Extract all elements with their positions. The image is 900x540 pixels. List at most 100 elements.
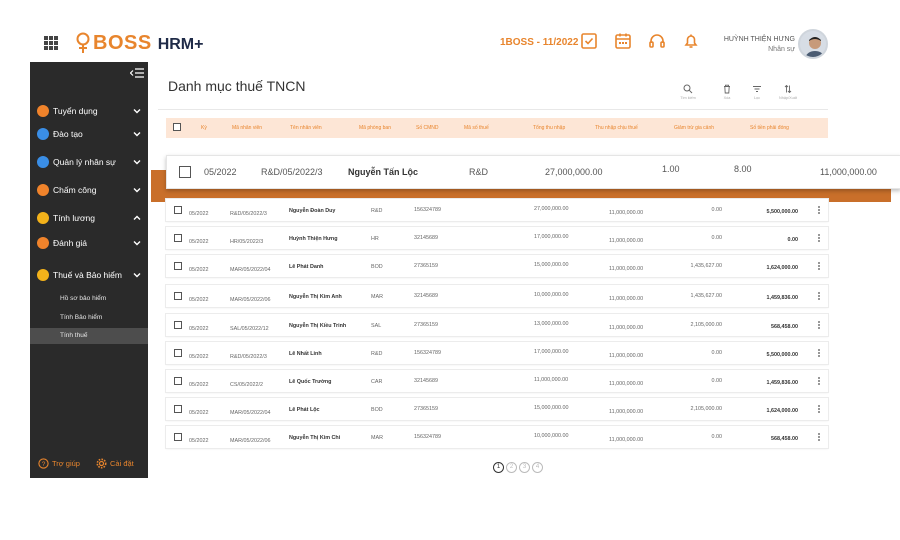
chevron-down-icon [133,188,141,193]
more-vertical-icon[interactable] [818,349,820,357]
page-button[interactable]: 2 [506,462,517,473]
table-row[interactable]: 05/2022 SAL/05/2022/12 Nguyễn Thị Kiều Tri… [166,314,828,336]
help-link[interactable]: ? Trợ giúp [38,456,80,470]
table-row[interactable]: 05/2022 MAR/05/2022/04 Lê Phát Lộc BOD 27365… [166,398,828,420]
search-button[interactable]: Tìm kiếm [677,84,699,100]
cell-tax-paid: 1,459,836.00 [766,380,798,386]
current-period[interactable]: 1BOSS - 11/2022 [500,37,578,48]
calendar-icon[interactable] [614,32,632,50]
cell-employee-name: Nguyễn Đoàn Duy [289,208,336,214]
sidebar-item-timesheet[interactable]: Chấm công [30,179,148,201]
sidebar-subitem-insurance-calc[interactable]: Tính Bảo hiểm [30,310,148,326]
bell-icon[interactable] [682,32,700,50]
cell-deduction: 0.00 [711,434,723,440]
cell-period: 05/2022 [189,382,209,388]
column-header[interactable]: Mã nhân viên [232,125,262,131]
cell-deduction: 0.00 [711,378,723,384]
row-checkbox[interactable] [174,292,182,300]
help-icon: ? [38,457,49,469]
table-row[interactable]: 05/2022 MAR/05/2022/06 Nguyễn Thị Kim Chi M… [166,426,828,448]
more-vertical-icon[interactable] [818,206,820,214]
cell-tax-paid: 568,458.00 [771,324,798,330]
sidebar-subitem-tax-calc[interactable]: Tính thuế [30,328,148,344]
column-header[interactable]: Mã phòng ban [359,125,391,131]
row-checkbox[interactable] [174,321,182,329]
more-vertical-icon[interactable] [818,292,820,300]
cell-period: 05/2022 [189,438,209,444]
table-row[interactable]: 05/2022 CS/05/2022/2 Lê Quốc Trường CAR 3214… [166,370,828,392]
sidebar-item-hr-management[interactable]: Quản lý nhân sự [30,151,148,173]
app-logo[interactable]: BOSS HRM+ [74,30,203,56]
more-vertical-icon[interactable] [818,321,820,329]
dragged-table-row[interactable]: 05/2022 R&D/05/2022/3 Nguyễn Tấn Lộc R&D… [166,155,900,189]
cell-employee-id: CS/05/2022/2 [230,382,263,388]
filter-button[interactable]: Lọc [746,84,768,100]
page-button[interactable]: 4 [532,462,543,473]
cell-id-number: 32145689 [414,293,438,299]
timesheet-icon [37,184,49,196]
table-row[interactable]: 05/2022 R&D/05/2022/3 Nguyễn Đoàn Duy R&D 15… [166,199,828,221]
cell-taxable-income: 11,000,000.00 [609,437,644,443]
settings-link[interactable]: Cài đặt [96,456,134,470]
table-header: Kỳ Mã nhân viên Tên nhân viên Mã phòng b… [166,118,828,138]
headset-icon[interactable] [648,32,666,50]
table-row[interactable]: 05/2022 MAR/05/2022/06 Nguyễn Thị Kim Anh M… [166,285,828,307]
avatar[interactable] [798,29,828,59]
row-checkbox[interactable] [174,433,182,441]
sidebar-item-training[interactable]: Đào tạo [30,123,148,145]
checklist-icon[interactable] [580,32,598,50]
select-all-checkbox[interactable] [173,123,181,131]
cell-id-number: 156324789 [414,350,441,356]
sidebar-item-tax-insurance[interactable]: Thuế và Bảo hiểm [30,264,148,286]
sidebar-item-recruitment[interactable]: Tuyển dụng [30,100,148,122]
sidebar-subitem-insurance-records[interactable]: Hồ sơ bảo hiểm [30,291,148,307]
chevron-down-icon [133,109,141,114]
more-vertical-icon[interactable] [818,377,820,385]
column-header[interactable]: Số CMND [416,125,439,131]
apps-grid-icon[interactable] [44,36,58,50]
page-button[interactable]: 1 [493,462,504,473]
import-export-button[interactable]: Nhập/Xuất [777,84,799,100]
more-vertical-icon[interactable] [818,234,820,242]
sort-icon [784,84,792,94]
column-header[interactable]: Số tiền phải đóng [750,125,789,131]
more-vertical-icon[interactable] [818,262,820,270]
row-checkbox[interactable] [174,405,182,413]
column-header[interactable]: Thu nhập chịu thuế [595,125,638,131]
table-row[interactable]: 05/2022 R&D/05/2022/3 Lê Nhất Linh R&D 15632… [166,342,828,364]
cell-id-number: 32145689 [414,235,438,241]
cell-value-b: 8.00 [734,164,752,174]
more-vertical-icon[interactable] [818,433,820,441]
row-checkbox[interactable] [179,166,191,178]
chevron-down-icon [133,160,141,165]
row-checkbox[interactable] [174,262,182,270]
cell-taxable-income: 11,000,000.00 [609,409,644,415]
cell-total-income: 10,000,000.00 [534,292,569,298]
table-row[interactable]: 05/2022 MAR/05/2022/04 Lê Phát Danh BOD 2736… [166,255,828,277]
column-header[interactable]: Tổng thu nhập [533,125,565,131]
cell-employee-id: R&D/05/2022/3 [261,167,323,177]
column-header[interactable]: Kỳ [201,125,207,131]
cell-total-income: 13,000,000.00 [534,321,569,327]
delete-button[interactable]: Xóa [716,84,738,100]
table-row[interactable]: 05/2022 HR/05/2022/3 Huỳnh Thiện Hưng HR 321… [166,227,828,249]
cell-id-number: 156324789 [414,207,441,213]
row-checkbox[interactable] [174,377,182,385]
sidebar-item-label: Đánh giá [53,238,88,248]
row-checkbox[interactable] [174,349,182,357]
collapse-menu-icon[interactable] [130,68,144,78]
sidebar: Tuyển dụng Đào tạo Quản lý nhân sự Chấm … [30,62,148,478]
sidebar-item-review[interactable]: Đánh giá [30,232,148,254]
column-header[interactable]: Tên nhân viên [290,125,322,131]
chevron-down-icon [133,132,141,137]
column-header[interactable]: Giảm trừ gia cảnh [674,125,714,131]
row-checkbox[interactable] [174,206,182,214]
user-avatar-icon [805,37,825,57]
sidebar-item-payroll[interactable]: Tính lương [30,207,148,229]
row-checkbox[interactable] [174,234,182,242]
page-button[interactable]: 3 [519,462,530,473]
more-vertical-icon[interactable] [818,405,820,413]
cell-total-income: 15,000,000.00 [534,405,569,411]
cell-employee-id: SAL/05/2022/12 [230,326,269,332]
column-header[interactable]: Mã số thuế [464,125,489,131]
